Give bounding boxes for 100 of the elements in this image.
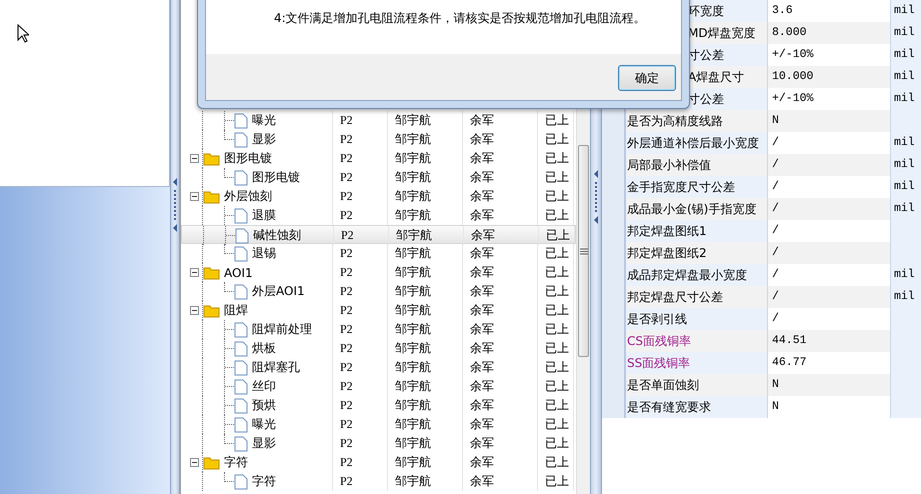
table-cell: 邹宇航 (388, 111, 463, 130)
property-value[interactable]: / (768, 264, 891, 286)
property-value[interactable]: 3.6 (768, 0, 891, 22)
table-cell: 邹宇航 (388, 130, 463, 149)
tree-row[interactable]: 外层蚀刻 P2 邹宇航 余军 已上 (181, 187, 576, 206)
tree-row[interactable]: 阻焊塞孔 P2 邹宇航 余军 已上 (181, 358, 576, 377)
table-cell: 已上 (538, 263, 574, 282)
tree-row[interactable]: 显影 P2 邹宇航 余军 已上 (181, 130, 576, 149)
property-name: 邦定焊盘尺寸公差 (626, 286, 768, 308)
table-cell: 余军 (463, 320, 538, 339)
mouse-cursor-icon (17, 24, 29, 43)
table-cell: P2 (333, 472, 388, 491)
property-name: 是否剥引线 (626, 308, 768, 330)
table-cell: 已上 (538, 320, 574, 339)
row-header (602, 110, 626, 132)
tree-label: 丝印 (252, 378, 276, 395)
collapse-toggle[interactable] (190, 154, 199, 163)
unit-cell: mil (891, 176, 921, 198)
table-cell: P2 (333, 434, 388, 453)
table-cell: 邹宇航 (388, 396, 463, 415)
table-cell: 余军 (463, 282, 538, 301)
tree-label: AOI1 (224, 266, 253, 280)
table-cell: 邹宇航 (389, 226, 464, 245)
tree-row[interactable]: 碱性蚀刻 P2 邹宇航 余军 已上 (181, 225, 576, 244)
ok-button[interactable]: 确定 (618, 65, 676, 91)
collapse-toggle[interactable] (190, 192, 199, 201)
file-icon (234, 398, 248, 414)
table-cell: 余军 (463, 472, 538, 491)
property-value[interactable]: N (768, 374, 891, 396)
table-cell: P2 (333, 377, 388, 396)
table-cell: 余军 (463, 187, 538, 206)
splitter-handle[interactable] (170, 0, 180, 494)
property-value[interactable]: / (768, 176, 891, 198)
table-cell: 已上 (538, 130, 574, 149)
tree-row[interactable]: 字符 P2 邹宇航 余军 已上 (181, 472, 576, 491)
table-cell: 已上 (538, 111, 574, 130)
unit-cell: mil (891, 264, 921, 286)
property-value[interactable]: N (768, 110, 891, 132)
table-cell: 邹宇航 (388, 415, 463, 434)
tree-row[interactable]: 烘板 P2 邹宇航 余军 已上 (181, 339, 576, 358)
table-cell: 邹宇航 (388, 168, 463, 187)
property-value[interactable]: / (768, 132, 891, 154)
property-value[interactable]: / (768, 286, 891, 308)
collapse-toggle[interactable] (190, 268, 199, 277)
tree-row[interactable]: 字符 P2 邹宇航 余军 已上 (181, 453, 576, 472)
property-value[interactable]: N (768, 396, 891, 418)
property-value[interactable]: / (768, 220, 891, 242)
tree-row[interactable]: AOI1 P2 邹宇航 余军 已上 (181, 263, 576, 282)
table-cell: 余军 (463, 358, 538, 377)
property-value[interactable]: 8.000 (768, 22, 891, 44)
tree-row[interactable]: 曝光 P2 邹宇航 余军 已上 (181, 415, 576, 434)
file-icon (234, 360, 248, 376)
unit-cell: mil (891, 22, 921, 44)
tree-row[interactable]: 退锡 P2 邹宇航 余军 已上 (181, 244, 576, 263)
tree-label: 外层AOI1 (252, 283, 305, 300)
collapse-toggle[interactable] (190, 306, 199, 315)
table-cell: 邹宇航 (388, 244, 463, 263)
tree-row[interactable]: 阻焊 P2 邹宇航 余军 已上 (181, 301, 576, 320)
table-cell: 已上 (538, 244, 574, 263)
property-value[interactable]: / (768, 198, 891, 220)
tree-row[interactable]: 阻焊前处理 P2 邹宇航 余军 已上 (181, 320, 576, 339)
tree-row[interactable]: 图形电镀 P2 邹宇航 余军 已上 (181, 149, 576, 168)
table-cell: P2 (333, 168, 388, 187)
unit-cell: mil (891, 132, 921, 154)
property-value[interactable]: / (768, 308, 891, 330)
table-cell: 邹宇航 (388, 434, 463, 453)
table-cell: 已上 (538, 453, 574, 472)
table-cell: 余军 (463, 396, 538, 415)
table-cell: 余军 (464, 226, 539, 245)
tree-row[interactable]: 预烘 P2 邹宇航 余军 已上 (181, 396, 576, 415)
table-cell: 余军 (463, 377, 538, 396)
tree-label: 字符 (252, 473, 276, 490)
tree-row[interactable]: 外层AOI1 P2 邹宇航 余军 已上 (181, 282, 576, 301)
tree-label: 图形电镀 (224, 150, 272, 167)
property-value[interactable]: 44.51 (768, 330, 891, 352)
table-cell: 邹宇航 (388, 320, 463, 339)
tree-row[interactable]: 图形电镀 P2 邹宇航 余军 已上 (181, 168, 576, 187)
tree-label: 烘板 (252, 340, 276, 357)
file-icon (234, 112, 248, 128)
property-name: 成品邦定焊盘最小宽度 (626, 264, 768, 286)
tree-row[interactable]: 曝光 P2 邹宇航 余军 已上 (181, 111, 576, 130)
unit-cell: mil (891, 198, 921, 220)
collapse-toggle[interactable] (190, 458, 199, 467)
file-icon (234, 340, 248, 356)
property-value[interactable]: 46.77 (768, 352, 891, 374)
property-value[interactable]: / (768, 154, 891, 176)
property-value[interactable]: / (768, 242, 891, 264)
tree-label: 外层蚀刻 (224, 188, 272, 205)
table-cell: 已上 (539, 226, 575, 245)
property-value[interactable]: +/-10% (768, 88, 891, 110)
tree-row[interactable]: 显影 P2 邹宇航 余军 已上 (181, 434, 576, 453)
table-cell: P2 (333, 453, 388, 472)
property-value[interactable]: 10.000 (768, 66, 891, 88)
tree-row[interactable]: 丝印 P2 邹宇航 余军 已上 (181, 377, 576, 396)
table-cell: P2 (333, 282, 388, 301)
table-cell: 邹宇航 (388, 472, 463, 491)
property-value[interactable]: +/-10% (768, 44, 891, 66)
table-cell: 余军 (463, 111, 538, 130)
tree-label: 显影 (252, 131, 276, 148)
tree-label: 图形电镀 (252, 169, 300, 186)
